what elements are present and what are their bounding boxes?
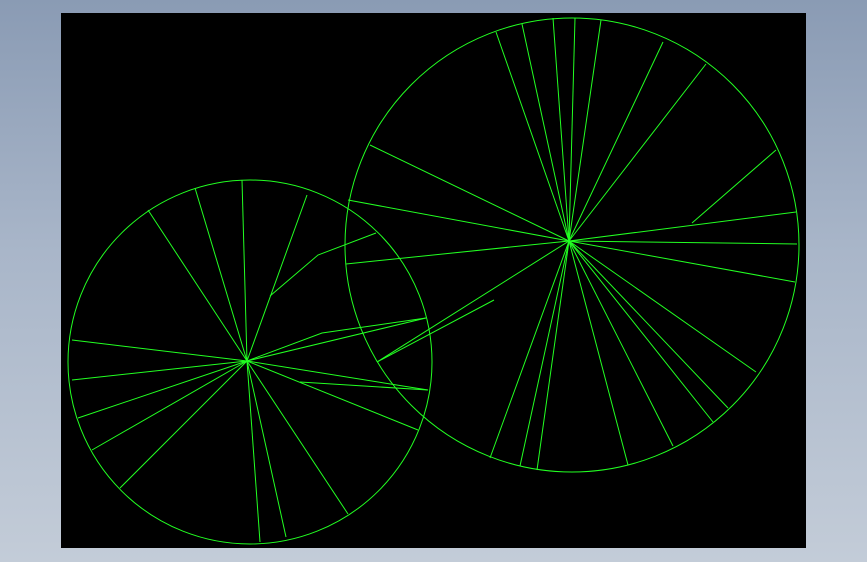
right-disc-spoke — [552, 17, 570, 242]
left-disc-spoke — [246, 317, 427, 362]
left-disc-chord — [269, 232, 377, 297]
right-disc-spoke — [568, 240, 798, 245]
left-disc-spoke — [246, 360, 419, 431]
right-disc-spoke — [347, 199, 570, 242]
left-disc-chord — [299, 381, 429, 391]
right-disc-chord — [376, 299, 495, 363]
left-disc-spoke — [71, 339, 248, 362]
right-disc-spoke — [495, 31, 570, 242]
right-disc-chord — [691, 149, 777, 224]
left-disc-spoke — [147, 209, 248, 362]
right-disc-spoke — [536, 240, 570, 471]
right-disc-spoke — [568, 63, 707, 242]
right-disc-spoke — [519, 240, 570, 467]
right-disc-spoke — [521, 23, 570, 242]
right-disc-spoke — [568, 240, 674, 447]
right-disc-spoke — [489, 240, 570, 459]
left-disc-spoke — [246, 194, 308, 362]
right-disc-spoke — [568, 240, 729, 409]
right-disc-spoke — [369, 144, 570, 242]
left-disc-spoke — [246, 360, 429, 391]
left-disc-spoke — [119, 360, 248, 489]
right-disc-spoke — [568, 211, 797, 242]
right-disc-spoke — [568, 240, 796, 283]
right-disc-spoke — [568, 240, 714, 423]
right-disc-spoke — [376, 240, 570, 363]
left-disc-spoke — [241, 179, 248, 362]
right-disc-spoke — [568, 240, 629, 466]
right-disc-spoke — [568, 240, 757, 373]
right-disc-wireframe — [344, 17, 800, 473]
left-disc-spoke — [71, 360, 248, 381]
wireframe-scene — [67, 17, 800, 545]
right-disc-spoke — [345, 240, 570, 265]
left-disc-spoke — [194, 187, 248, 362]
